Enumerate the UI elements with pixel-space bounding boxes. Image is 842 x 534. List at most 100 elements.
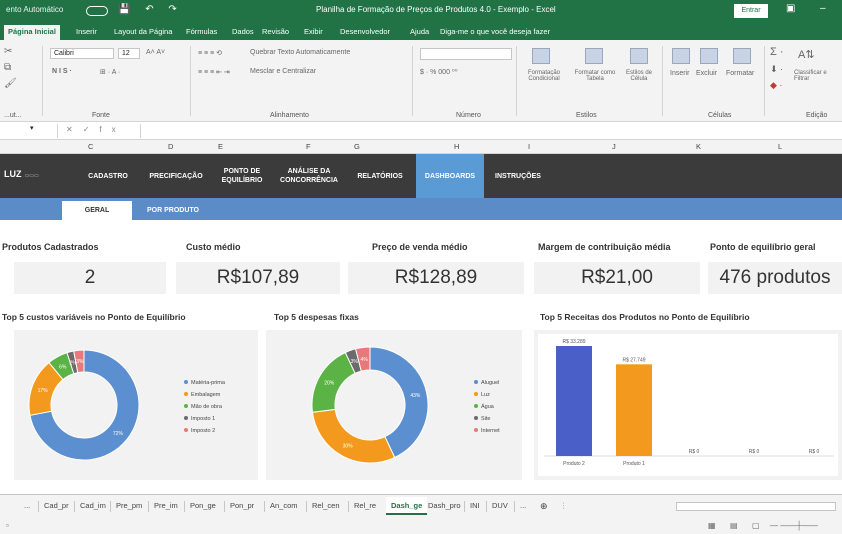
sheet-tab[interactable]: Cad_im — [80, 501, 106, 510]
nav-dashboards[interactable]: DASHBOARDS — [416, 154, 484, 198]
clear-icon[interactable]: ◆ · — [770, 80, 782, 91]
bold-button[interactable]: N I S · — [52, 68, 72, 75]
font-name-select[interactable]: Calibri — [50, 48, 114, 59]
format-as-table-icon[interactable] — [585, 48, 603, 64]
align-left-icon[interactable]: ≡ ≡ ≡ ⇤ ⇥ — [198, 68, 230, 76]
sheet-tab-active[interactable]: Dash_ge — [386, 497, 428, 515]
column-header[interactable]: G — [354, 142, 360, 151]
page-layout-icon[interactable]: ▤ — [730, 521, 738, 530]
currency-icon[interactable]: $ · % 000 ⁰⁰ — [420, 68, 458, 76]
zoom-slider[interactable]: — ——┼—— — [770, 521, 818, 530]
column-header[interactable]: F — [306, 142, 311, 151]
tab-help[interactable]: Ajuda — [410, 27, 429, 36]
number-format-select[interactable] — [420, 48, 512, 60]
nav-analise-concorrencia[interactable]: ANÁLISE DA CONCORRÊNCIA — [276, 154, 342, 198]
cut-icon[interactable]: ✂ — [4, 46, 12, 57]
column-header[interactable]: C — [88, 142, 93, 151]
font-grow-icon[interactable]: A˄ A˅ — [146, 49, 165, 56]
tab-por-produto[interactable]: POR PRODUTO — [138, 201, 208, 220]
tab-home[interactable]: Página Inicial — [4, 25, 60, 40]
copy-icon[interactable]: ⧉ — [4, 62, 11, 73]
nav-instrucoes[interactable]: INSTRUÇÕES — [488, 154, 548, 198]
sheet-tab[interactable]: Dash_pro — [428, 501, 461, 510]
autosum-icon[interactable]: Σ · — [770, 46, 784, 58]
tab-formulas[interactable]: Fórmulas — [186, 27, 217, 36]
column-header[interactable]: L — [778, 142, 782, 151]
autosave-toggle[interactable] — [86, 6, 108, 16]
format-painter-icon[interactable]: 🖌 — [4, 78, 17, 89]
sheet-tab[interactable]: Pre_pm — [116, 501, 142, 510]
column-header[interactable]: K — [696, 142, 701, 151]
cell-styles-icon[interactable] — [630, 48, 648, 64]
sheet-tab[interactable]: Pon_pr — [230, 501, 254, 510]
kpi-label-custo-medio: Custo médio — [186, 242, 241, 252]
tab-view[interactable]: Exibir — [304, 27, 323, 36]
formula-buttons[interactable]: ✕✓fx — [66, 125, 126, 134]
tab-page-layout[interactable]: Layout da Página — [114, 27, 172, 36]
bar[interactable] — [616, 364, 652, 456]
sort-filter-button[interactable]: Classificar e Filtrar — [794, 70, 842, 82]
ribbon: ✂ ⧉ 🖌 ...ut... Calibri 12 A˄ A˅ N I S · … — [0, 40, 842, 122]
font-size-select[interactable]: 12 — [118, 48, 140, 59]
sheet-tab[interactable]: DUV — [492, 501, 508, 510]
tab-insert[interactable]: Inserir — [76, 27, 97, 36]
column-header[interactable]: I — [528, 142, 530, 151]
insert-cells-button[interactable]: Inserir — [670, 70, 689, 77]
bar[interactable] — [556, 346, 592, 456]
borders-icon[interactable]: ⊞ · A · — [100, 68, 120, 76]
cell-styles-button[interactable]: Estilos de Célula — [622, 70, 656, 82]
column-header[interactable]: E — [218, 142, 223, 151]
tab-geral[interactable]: GERAL — [62, 201, 132, 220]
normal-view-icon[interactable]: ▦ — [708, 521, 716, 530]
delete-cells-button[interactable]: Excluir — [696, 70, 717, 77]
nav-precificacao[interactable]: PRECIFICAÇÃO — [142, 154, 210, 198]
sheet-tab[interactable]: Pon_ge — [190, 501, 216, 510]
divider — [662, 46, 663, 116]
nav-relatorios[interactable]: RELATÓRIOS — [350, 154, 410, 198]
name-box[interactable]: ▾ — [0, 124, 58, 138]
conditional-format-icon[interactable] — [532, 48, 550, 64]
sheet-tab[interactable]: An_com — [270, 501, 298, 510]
column-header[interactable]: D — [168, 142, 173, 151]
tell-me-search[interactable]: Diga-me o que você deseja fazer — [440, 27, 550, 36]
horizontal-scrollbar[interactable] — [676, 502, 836, 511]
sheet-tab[interactable]: ... — [520, 501, 526, 510]
format-as-table-button[interactable]: Formatar como Tabela — [570, 70, 620, 82]
scroll-tabs-icon[interactable]: ⋮ — [560, 501, 568, 510]
sheet-tab[interactable]: Rel_cen — [312, 501, 340, 510]
format-cells-button[interactable]: Formatar — [726, 70, 754, 77]
delete-cells-icon[interactable] — [700, 48, 718, 64]
nav-cadastro[interactable]: CADASTRO — [80, 154, 136, 198]
sheet-tab[interactable]: Cad_pr — [44, 501, 69, 510]
merge-center-button[interactable]: Mesclar e Centralizar — [250, 68, 316, 75]
wrap-text-button[interactable]: Quebrar Texto Automaticamente — [250, 49, 350, 56]
add-sheet-icon[interactable]: ⊕ — [540, 501, 548, 512]
sheet-tab[interactable]: Pre_im — [154, 501, 178, 510]
ribbon-display-icon[interactable]: ▣ — [786, 3, 795, 14]
luz-logo: LUZ ▭▭▭ — [4, 169, 39, 179]
column-header[interactable]: H — [454, 142, 459, 151]
fill-icon[interactable]: ⬇ · — [770, 64, 783, 75]
chart-panel-receitas: R$ 33.289 Produto 2 R$ 27.749 Produto 1 R$ 0… — [534, 330, 842, 480]
quick-access-toolbar[interactable]: 💾 ↶ ↷ — [118, 4, 183, 15]
donut-slice[interactable] — [311, 408, 396, 464]
format-cells-icon[interactable] — [733, 48, 751, 64]
sort-filter-icon[interactable]: A⇅ — [798, 48, 815, 61]
formula-input[interactable] — [140, 124, 840, 138]
conditional-format-button[interactable]: Formatação Condicional — [520, 70, 568, 82]
kpi-value-ponto-equilibrio: 476 produtos — [708, 262, 842, 294]
nav-ponto-equilibrio[interactable]: PONTO DE EQUILÍBRIO — [216, 154, 268, 198]
tab-review[interactable]: Revisão — [262, 27, 289, 36]
dashboard-navbar: LUZ ▭▭▭ CADASTRO PRECIFICAÇÃO PONTO DE EQ… — [0, 154, 842, 198]
sheet-tab[interactable]: INI — [470, 501, 480, 510]
align-top-icon[interactable]: ≡ ≡ ≡ ⟲ — [198, 49, 222, 57]
insert-cells-icon[interactable] — [672, 48, 690, 64]
sign-in-button[interactable]: Entrar — [734, 4, 768, 18]
tab-developer[interactable]: Desenvolvedor — [340, 27, 390, 36]
page-break-icon[interactable]: ▢ — [752, 521, 760, 530]
minimize-icon[interactable]: – — [820, 3, 826, 14]
sheet-tab[interactable]: Rel_re — [354, 501, 376, 510]
column-header[interactable]: J — [612, 142, 616, 151]
tab-data[interactable]: Dados — [232, 27, 254, 36]
sheet-tab[interactable]: ... — [24, 501, 30, 510]
